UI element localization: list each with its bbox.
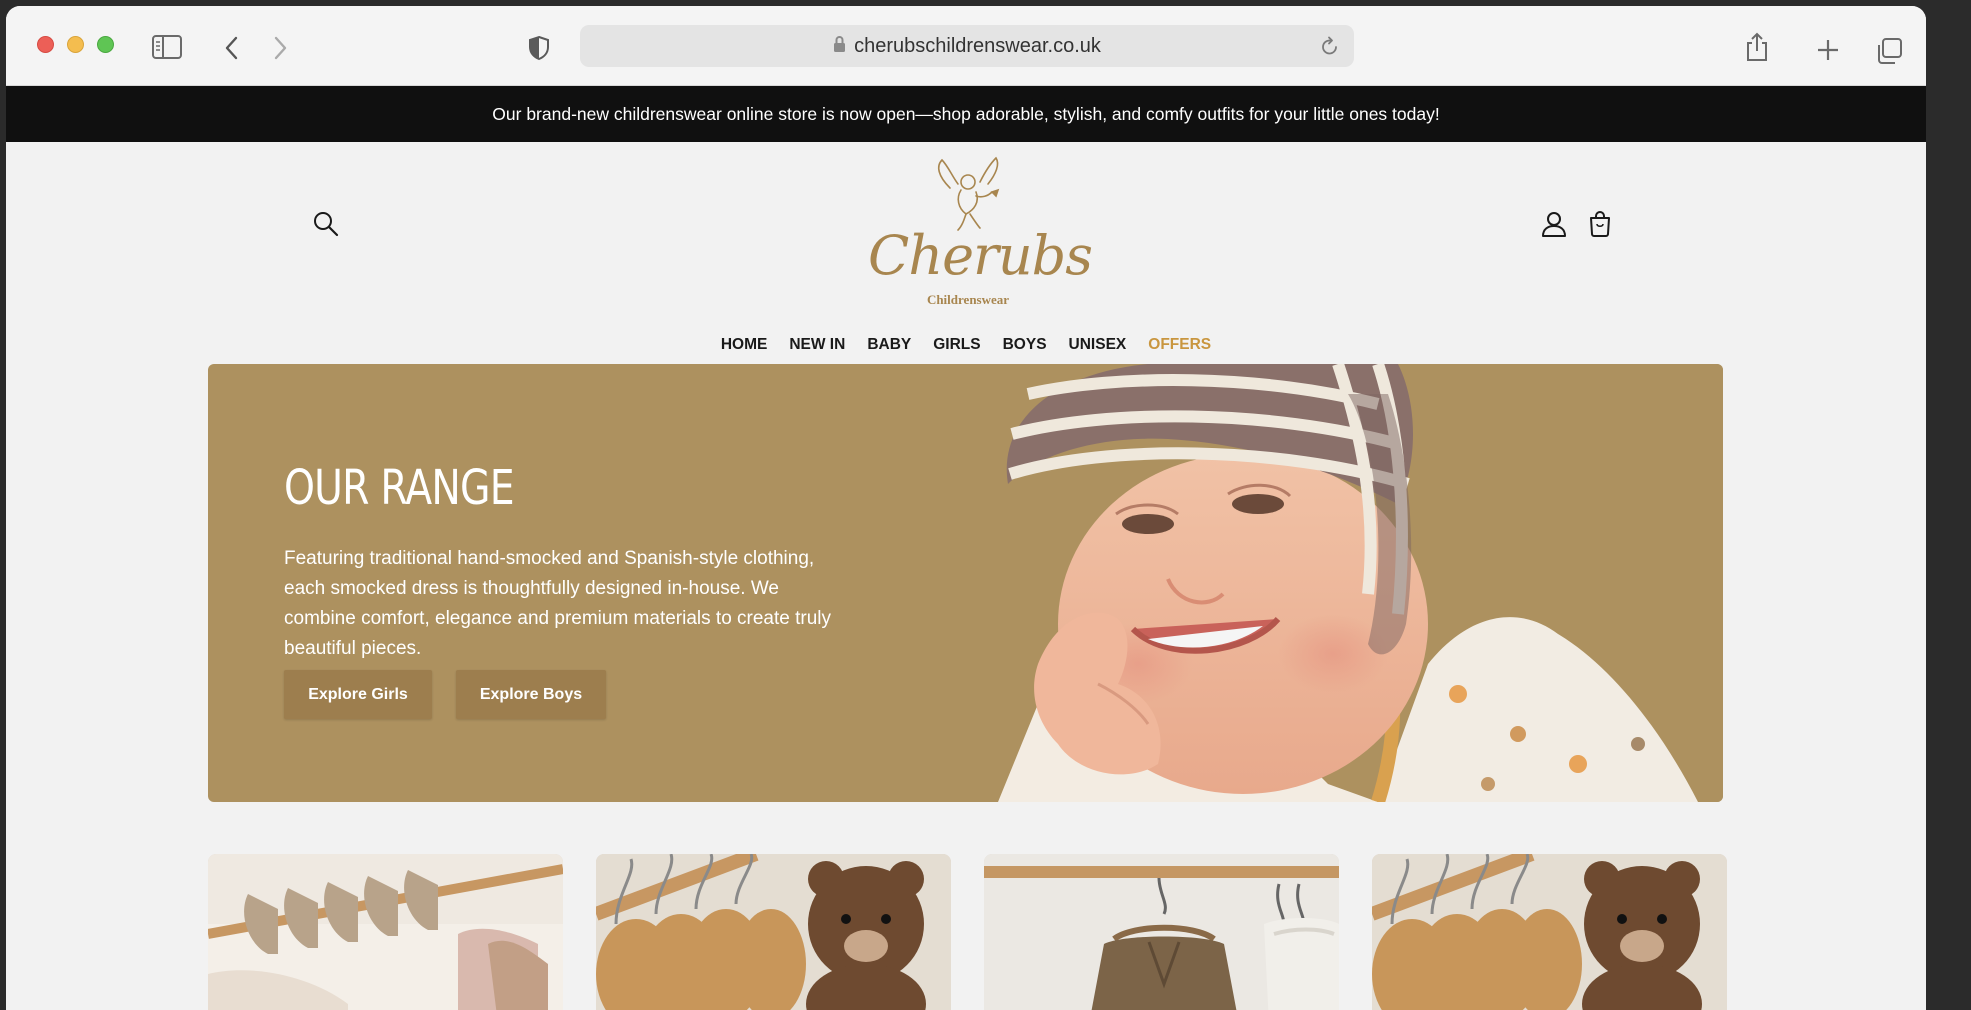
announcement-text: Our brand-new childrenswear online store…	[492, 103, 1440, 124]
account-icon[interactable]	[1540, 210, 1568, 243]
nav-item-girls[interactable]: GIRLS	[922, 327, 991, 363]
category-card[interactable]	[984, 854, 1339, 1010]
category-card[interactable]	[596, 854, 951, 1010]
nav-item-boys[interactable]: BOYS	[992, 327, 1058, 363]
nav-item-offers[interactable]: OFFERS	[1137, 327, 1222, 363]
main-navigation: HOME NEW IN BABY GIRLS BOYS UNISEX OFFER…	[6, 327, 1926, 363]
zoom-window-button[interactable]	[97, 36, 114, 53]
minimize-window-button[interactable]	[67, 36, 84, 53]
nav-item-unisex[interactable]: UNISEX	[1058, 327, 1138, 363]
lock-icon	[833, 35, 846, 58]
hangers-photo	[208, 854, 563, 1010]
explore-boys-button[interactable]: Explore Boys	[456, 670, 606, 719]
shield-icon[interactable]	[528, 35, 550, 61]
site-header: Cherubs Childrenswear HOME NEW IN BABY G…	[6, 142, 1926, 353]
address-bar[interactable]: cherubschildrenswear.co.uk	[580, 25, 1354, 67]
brand-tagline: Childrenswear	[926, 292, 1010, 307]
hero-description: Featuring traditional hand-smocked and S…	[284, 548, 832, 659]
new-tab-icon[interactable]	[1816, 38, 1840, 62]
explore-girls-button[interactable]: Explore Girls	[284, 670, 432, 719]
nav-item-home[interactable]: HOME	[710, 327, 779, 363]
site-logo[interactable]: Cherubs Childrenswear	[868, 156, 1093, 307]
jacket-on-rail-photo	[984, 854, 1339, 1010]
browser-window: cherubschildrenswear.co.uk Our brand-new…	[6, 6, 1926, 1010]
brand-name: Cherubs	[868, 224, 1093, 287]
hero-banner: OUR RANGE Featuring traditional hand-smo…	[208, 364, 1723, 802]
url-text: cherubschildrenswear.co.uk	[854, 34, 1101, 57]
category-card[interactable]	[1372, 854, 1727, 1010]
nav-item-new-in[interactable]: NEW IN	[778, 327, 856, 363]
sidebar-icon[interactable]	[152, 35, 182, 59]
share-icon[interactable]	[1744, 32, 1770, 62]
nav-item-baby[interactable]: BABY	[856, 327, 922, 363]
cart-icon[interactable]	[1586, 210, 1614, 243]
search-icon[interactable]	[312, 210, 340, 243]
forward-icon[interactable]	[272, 36, 288, 60]
reload-icon[interactable]	[1320, 35, 1340, 62]
back-icon[interactable]	[224, 36, 240, 60]
close-window-button[interactable]	[37, 36, 54, 53]
category-cards	[208, 854, 1727, 1010]
announcement-bar: Our brand-new childrenswear online store…	[6, 86, 1926, 142]
category-card[interactable]	[208, 854, 563, 1010]
hero-baby-photo	[998, 364, 1723, 802]
browser-toolbar: cherubschildrenswear.co.uk	[6, 6, 1926, 86]
hangers-teddy-photo	[1372, 854, 1727, 1010]
hangers-teddy-photo	[596, 854, 951, 1010]
tabs-overview-icon[interactable]	[1875, 37, 1903, 65]
hero-title: OUR RANGE	[284, 460, 515, 516]
